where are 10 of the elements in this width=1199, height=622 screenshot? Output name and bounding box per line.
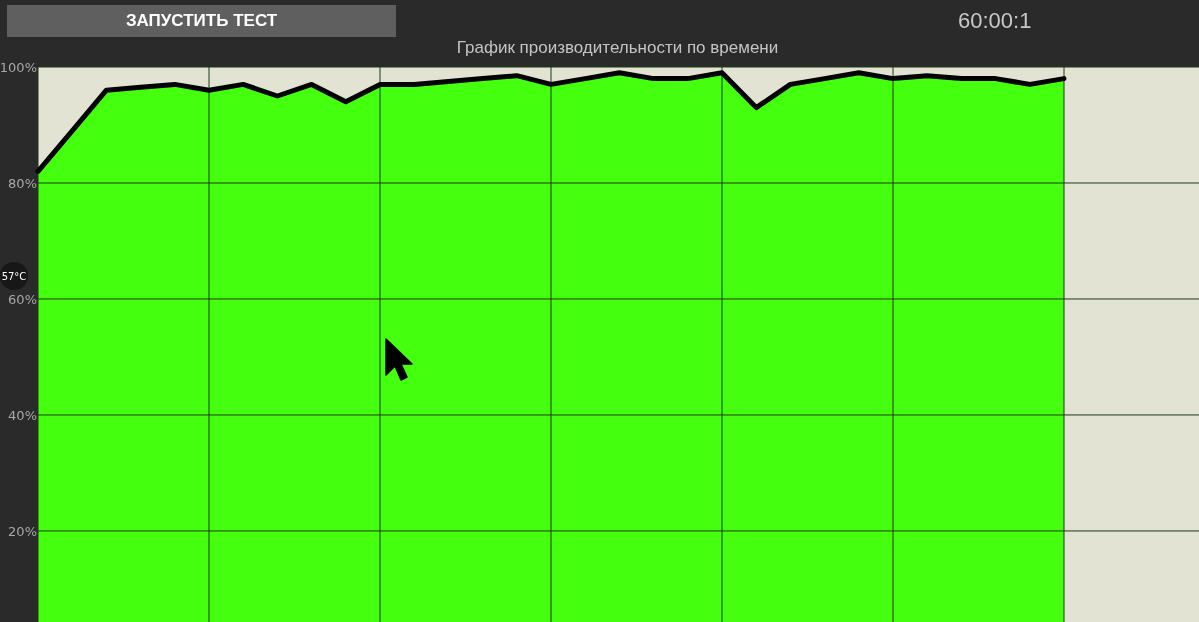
timer: 60:00:1 [958, 7, 1032, 34]
temperature-badge: 57°C [0, 262, 28, 290]
axis-label: 20% [8, 523, 37, 539]
pointer-icon [384, 337, 414, 383]
start-test-button[interactable]: ЗАПУСТИТЬ ТЕСТ [7, 4, 396, 37]
axis-label: 100% [0, 60, 37, 75]
axis-label: 80% [8, 176, 37, 191]
axis-label: 60% [8, 291, 37, 307]
axis-label: 40% [8, 407, 37, 423]
chart-title: График производительности по времени [456, 38, 779, 58]
